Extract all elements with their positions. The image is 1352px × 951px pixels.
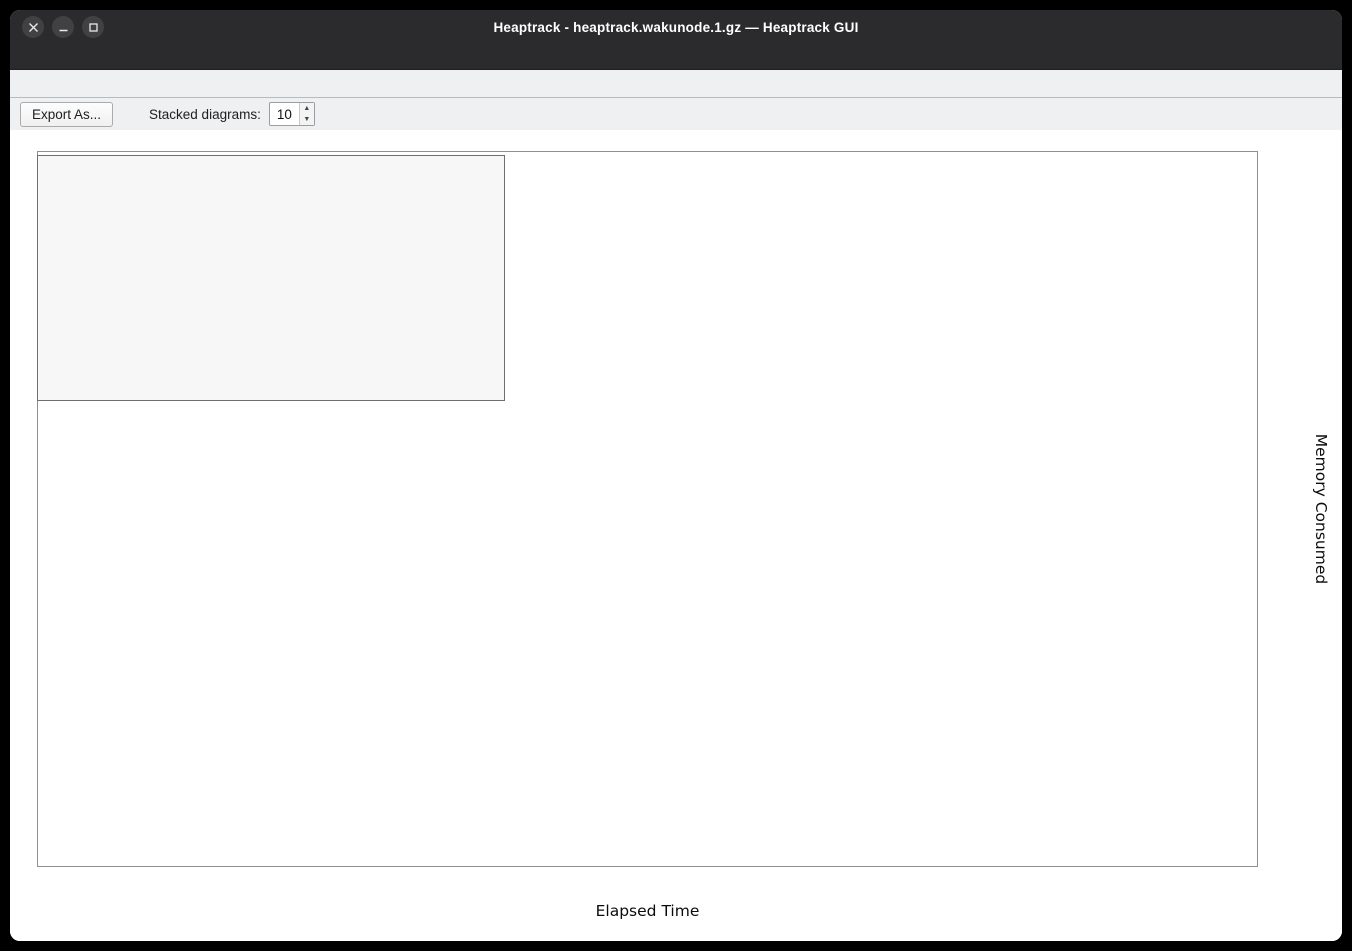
maximize-button[interactable] xyxy=(82,16,104,38)
tab-bar xyxy=(10,70,1342,98)
titlebar: Heaptrack - heaptrack.wakunode.1.gz — He… xyxy=(10,10,1342,44)
minimize-icon xyxy=(58,22,69,33)
spin-down-button[interactable]: ▼ xyxy=(300,114,314,125)
window-title: Heaptrack - heaptrack.wakunode.1.gz — He… xyxy=(10,20,1342,35)
maximize-icon xyxy=(88,22,99,33)
spinbox-value: 10 xyxy=(270,103,299,125)
menubar xyxy=(10,44,1342,70)
window-controls xyxy=(22,16,104,38)
close-icon xyxy=(28,22,39,33)
minimize-button[interactable] xyxy=(52,16,74,38)
y-axis-label: Memory Consumed xyxy=(1312,434,1330,584)
export-as-button[interactable]: Export As... xyxy=(20,102,113,127)
stacked-diagrams-label: Stacked diagrams: xyxy=(149,107,261,122)
app-window: Heaptrack - heaptrack.wakunode.1.gz — He… xyxy=(10,10,1342,941)
chart-legend xyxy=(37,155,505,401)
spinbox-buttons: ▲ ▼ xyxy=(299,103,314,125)
toolbar: Export As... Stacked diagrams: 10 ▲ ▼ xyxy=(10,98,1342,130)
x-axis-label: Elapsed Time xyxy=(37,902,1258,920)
spin-up-button[interactable]: ▲ xyxy=(300,103,314,114)
close-button[interactable] xyxy=(22,16,44,38)
chart-area: Elapsed Time Memory Consumed xyxy=(10,130,1342,941)
stacked-diagrams-spinbox[interactable]: 10 ▲ ▼ xyxy=(269,102,315,126)
